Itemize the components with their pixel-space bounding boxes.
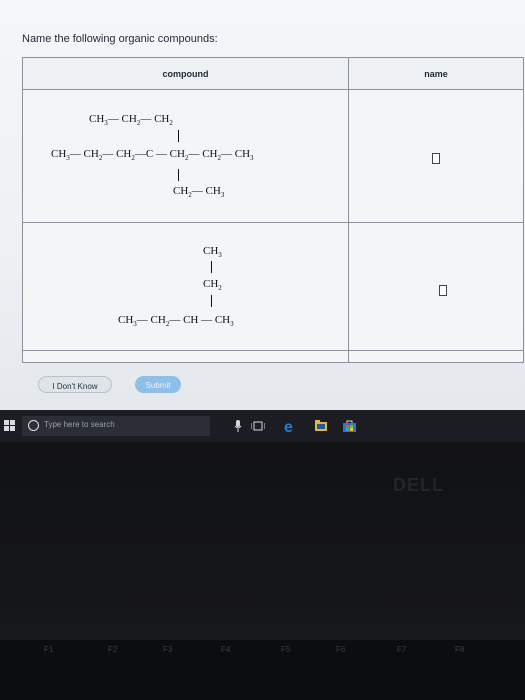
submit-button[interactable]: Submit [135,376,181,393]
assignment-page: Name the following organic compounds: co… [0,0,525,410]
task-view-icon[interactable] [251,420,265,432]
search-placeholder: Type here to search [44,420,115,429]
table-row [22,350,524,363]
store-icon[interactable] [343,420,356,432]
button-row: I Don't Know Submit [0,370,525,400]
name-cell-1 [348,89,524,223]
compound-header: compound [22,57,349,90]
f3-key[interactable]: F3 [163,645,172,654]
svg-text:e: e [284,419,293,434]
function-key-row [0,640,525,700]
compound-cell-1: CH3— CH2— CH2 CH3— CH2— CH2—C — CH2— CH2… [22,89,349,223]
table-row: CH3— CH2— CH2 CH3— CH2— CH2—C — CH2— CH2… [22,89,524,223]
taskbar-search-box[interactable]: Type here to search [22,416,210,436]
taskbar: Type here to search e [0,410,525,442]
windows-start-icon[interactable] [4,420,16,432]
edge-browser-icon[interactable]: e [283,418,297,434]
answer-input-1[interactable] [432,153,440,164]
f1-key[interactable]: F1 [44,645,53,654]
dell-logo: DELL [393,475,444,495]
compound1-top-line: CH3— CH2— CH2 [89,113,173,128]
f8-key[interactable]: F8 [455,645,464,654]
compound1-bond-up [178,130,179,142]
compound2-line1: CH3 [203,245,222,260]
f6-key[interactable]: F6 [336,645,345,654]
partial-cell [22,350,349,363]
compound2-line2: CH2 [203,278,222,293]
compound2-line3: CH3— CH2— CH — CH3 [118,314,234,329]
compound1-bottom-line: CH2— CH3 [173,185,225,200]
f4-key[interactable]: F4 [221,645,230,654]
answer-input-2[interactable] [439,285,447,296]
name-header: name [348,57,524,90]
microphone-icon[interactable] [234,420,242,432]
file-explorer-icon[interactable] [315,420,327,432]
compound1-bond-down [178,169,179,181]
f5-key[interactable]: F5 [281,645,290,654]
f7-key[interactable]: F7 [397,645,406,654]
table-row: CH3 CH2 CH3— CH2— CH — CH3 [22,222,524,351]
partial-cell [348,350,524,363]
compound2-bond-2 [211,295,212,307]
compound1-main-line: CH3— CH2— CH2—C — CH2— CH2— CH3 [51,148,254,163]
compound-table: compound name CH3— CH2— CH2 CH3— CH2— CH… [22,57,524,363]
name-cell-2 [348,222,524,351]
monitor-screen: Name the following organic compounds: co… [0,0,525,442]
dont-know-button[interactable]: I Don't Know [38,376,112,393]
question-instruction: Name the following organic compounds: [22,33,218,45]
compound-cell-2: CH3 CH2 CH3— CH2— CH — CH3 [22,222,349,351]
cortana-icon [28,420,39,431]
compound2-bond-1 [211,261,212,273]
f2-key[interactable]: F2 [108,645,117,654]
